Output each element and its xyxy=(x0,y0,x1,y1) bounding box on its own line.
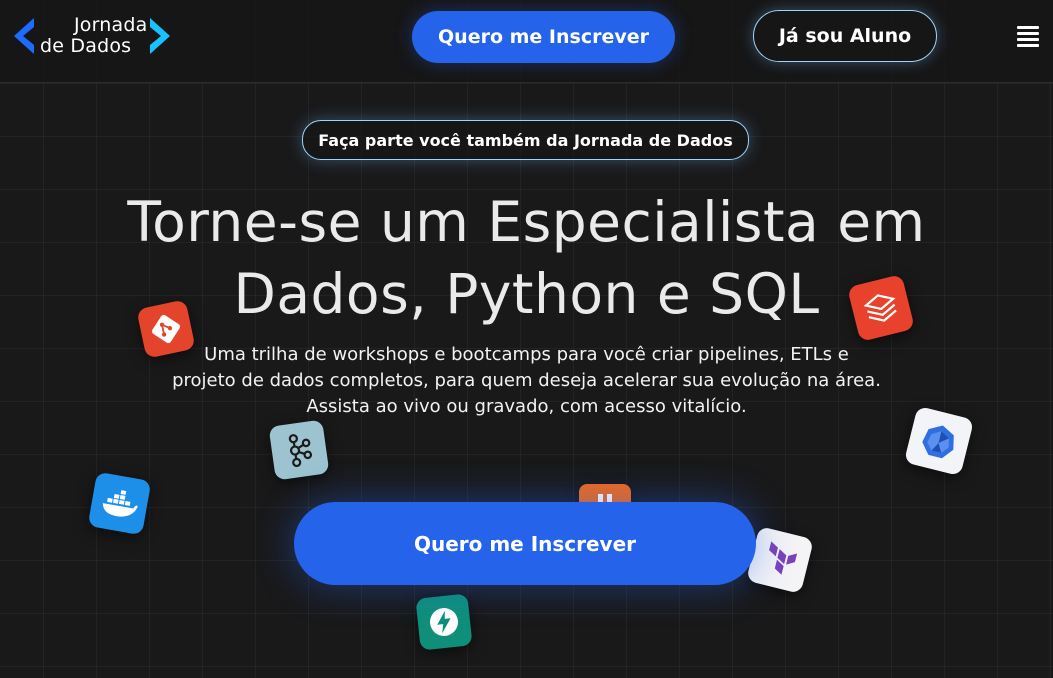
hero-badge: Faça parte você também da Jornada de Dad… xyxy=(302,120,749,160)
hero-title-line1: Torne-se um Especialista em xyxy=(127,190,926,254)
logo-left-chevron-icon xyxy=(14,18,34,54)
student-login-button[interactable]: Já sou Aluno xyxy=(753,10,937,62)
hero-subtitle-line2: projeto de dados completos, para quem de… xyxy=(172,370,881,391)
docker-icon xyxy=(87,471,152,536)
logo-text-line2: de Dados xyxy=(40,35,132,57)
header-signup-button[interactable]: Quero me Inscrever xyxy=(412,11,675,63)
kafka-icon xyxy=(268,419,330,481)
fastapi-icon xyxy=(415,593,473,651)
logo-right-chevron-icon xyxy=(150,18,170,54)
hero-signup-button[interactable]: Quero me Inscrever xyxy=(294,502,756,585)
logo-text-line1: Jornada xyxy=(74,14,148,36)
hero-subtitle-line1: Uma trilha de workshops e bootcamps para… xyxy=(204,344,849,365)
hamburger-menu-icon[interactable] xyxy=(1017,26,1039,47)
landing-page: Jornada de Dados Quero me Inscrever Já s… xyxy=(0,0,1053,678)
terraform-icon xyxy=(746,526,814,594)
jornada-de-dados-logo[interactable]: Jornada de Dados xyxy=(12,14,174,60)
site-header: Jornada de Dados Quero me Inscrever Já s… xyxy=(0,0,1053,83)
hero-subtitle: Uma trilha de workshops e bootcamps para… xyxy=(80,342,973,420)
hero-subtitle-line3: Assista ao vivo ou gravado, com acesso v… xyxy=(306,396,747,417)
